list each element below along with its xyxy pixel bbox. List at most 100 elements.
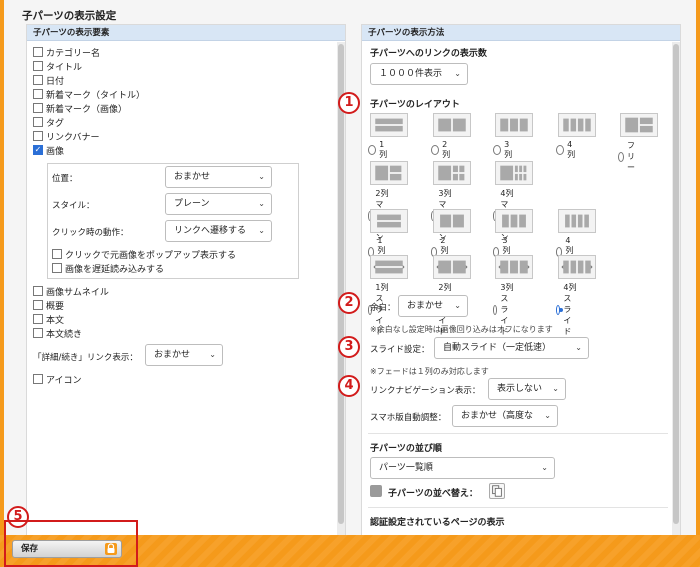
layout-preview-icon — [500, 118, 528, 132]
click-action-label: クリック時の動作： — [52, 228, 129, 238]
select-value: おまかせ — [174, 172, 211, 182]
checkbox-box[interactable] — [33, 61, 43, 71]
checkbox-thumbnail[interactable]: 画像サムネイル — [33, 285, 109, 298]
layout-option-icon[interactable] — [433, 255, 471, 279]
position-select[interactable]: おまかせ ⌄ — [165, 166, 272, 188]
click-action-select[interactable]: リンクへ遷移する ⌄ — [165, 220, 272, 242]
layout-radio[interactable]: 3列 — [493, 140, 514, 160]
checkbox-box[interactable] — [33, 47, 43, 57]
layout-option-icon[interactable] — [558, 255, 596, 279]
layout-option-icon[interactable] — [370, 255, 408, 279]
layout-radio[interactable]: 4列スライド — [556, 282, 577, 337]
chevron-down-icon: ⌄ — [258, 226, 265, 235]
checkbox-label: 概要 — [46, 301, 65, 312]
layout-radio[interactable]: 2列 — [431, 140, 452, 160]
checkbox-box[interactable] — [33, 103, 43, 113]
layout-option-icon[interactable] — [620, 113, 658, 137]
layout-radio[interactable]: フリー — [618, 140, 639, 173]
layout-option-icon[interactable] — [495, 113, 533, 137]
checkbox-date[interactable]: 日付 — [33, 74, 64, 87]
link-display-select[interactable]: おまかせ ⌄ — [145, 344, 223, 366]
checkbox-box[interactable] — [52, 263, 62, 273]
checkbox-summary[interactable]: 概要 — [33, 299, 65, 312]
layout-option-icon[interactable] — [495, 255, 533, 279]
scrollbar-thumb[interactable] — [673, 44, 679, 524]
radio-button[interactable] — [618, 151, 624, 162]
layout-option-icon[interactable] — [370, 161, 408, 185]
checkbox-box[interactable] — [33, 300, 43, 310]
layout-option-icon[interactable] — [370, 113, 408, 137]
sp-adjust-select[interactable]: おまかせ（高度な ⌄ — [452, 405, 558, 427]
sort-open-button[interactable] — [489, 483, 505, 499]
layout-label: 4列 — [567, 140, 576, 159]
layout-label: 4列スライド — [563, 283, 577, 336]
checkbox-link-banner[interactable]: リンクバナー — [33, 130, 100, 143]
layout-option-icon[interactable] — [433, 161, 471, 185]
scrollbar-thumb[interactable] — [338, 44, 344, 524]
image-options-box: 位置： おまかせ ⌄ スタイル： プレーン ⌄ クリック時の動作： リンクへ遷移する… — [47, 163, 299, 279]
auth-title: 認証設定されているページの表示 — [370, 518, 505, 528]
chevron-down-icon: ⌄ — [258, 172, 265, 181]
layout-option-icon[interactable] — [433, 113, 471, 137]
link-nav-label: リンクナビゲーション表示： — [370, 386, 481, 396]
layout-option-icon[interactable] — [495, 209, 533, 233]
checkbox-lazy-load[interactable]: 画像を遅延読み込みする — [52, 262, 164, 275]
slide-select[interactable]: 自動スライド（一定低速） ⌄ — [434, 337, 589, 359]
radio-button[interactable] — [431, 145, 440, 155]
checkbox-body-more[interactable]: 本文続き — [33, 327, 82, 340]
checkbox-popup[interactable]: クリックで元画像をポップアップ表示する — [52, 248, 236, 261]
radio-button[interactable] — [556, 304, 564, 315]
chevron-down-icon: ⌄ — [209, 350, 216, 359]
checkbox-box[interactable] — [33, 328, 43, 338]
layout-option-icon[interactable] — [495, 161, 533, 185]
link-count-select[interactable]: １０００件表示 ⌄ — [370, 63, 468, 85]
section-divider — [368, 433, 668, 434]
slide-note: ※フェードは１列のみ対応します — [370, 367, 489, 376]
layout-preview-icon — [438, 165, 465, 181]
checkbox-box[interactable] — [52, 249, 62, 259]
layout-preview-icon — [440, 214, 464, 228]
slide-label: スライド設定： — [370, 345, 430, 355]
layout-option-icon[interactable] — [558, 113, 596, 137]
checkbox-category[interactable]: カテゴリー名 — [33, 46, 100, 59]
checkbox-icon[interactable]: アイコン — [33, 373, 82, 386]
chevron-down-icon: ⌄ — [541, 463, 548, 472]
checkbox-new-mark-title[interactable]: 新着マーク（タイトル） — [33, 88, 145, 101]
radio-button[interactable] — [493, 304, 498, 315]
checkbox-image[interactable]: ✓ 画像 — [33, 144, 64, 157]
checkbox-body[interactable]: 本文 — [33, 313, 64, 326]
checkbox-box[interactable] — [33, 374, 43, 384]
layout-option-icon[interactable] — [370, 209, 408, 233]
left-scrollbar[interactable] — [337, 42, 345, 535]
select-value: 表示しない — [497, 384, 543, 394]
checkbox-new-mark-image[interactable]: 新着マーク（画像） — [33, 102, 127, 115]
order-select[interactable]: パーツ一覧順 ⌄ — [370, 457, 555, 479]
panel-header: 子パーツの表示要素 — [27, 25, 345, 41]
marker-3: 3 — [338, 336, 360, 358]
style-label: スタイル： — [52, 201, 95, 211]
radio-button[interactable] — [493, 145, 502, 155]
style-select[interactable]: プレーン ⌄ — [165, 193, 272, 215]
layout-radio[interactable]: 4列 — [556, 140, 577, 160]
layout-label: フリー — [627, 141, 635, 172]
checkbox-box[interactable] — [33, 75, 43, 85]
checkbox-box[interactable] — [33, 131, 43, 141]
chevron-down-icon: ⌄ — [544, 411, 551, 420]
checkbox-tag[interactable]: タグ — [33, 116, 64, 129]
margin-select[interactable]: おまかせ ⌄ — [398, 295, 468, 317]
link-nav-select[interactable]: 表示しない ⌄ — [488, 378, 566, 400]
layout-option-icon[interactable] — [558, 209, 596, 233]
layout-radio[interactable]: 1列 — [368, 140, 389, 160]
layout-option-icon[interactable] — [433, 209, 471, 233]
frame-edge-left — [0, 0, 4, 567]
checkbox-title[interactable]: タイトル — [33, 60, 82, 73]
checkbox-box[interactable] — [33, 89, 43, 99]
right-scrollbar[interactable] — [672, 42, 680, 535]
radio-button[interactable] — [368, 145, 377, 155]
checkbox-box-checked[interactable]: ✓ — [33, 145, 43, 155]
radio-button[interactable] — [556, 145, 565, 155]
checkbox-box[interactable] — [33, 286, 43, 296]
section-divider — [368, 507, 668, 508]
checkbox-box[interactable] — [33, 117, 43, 127]
checkbox-box[interactable] — [33, 314, 43, 324]
